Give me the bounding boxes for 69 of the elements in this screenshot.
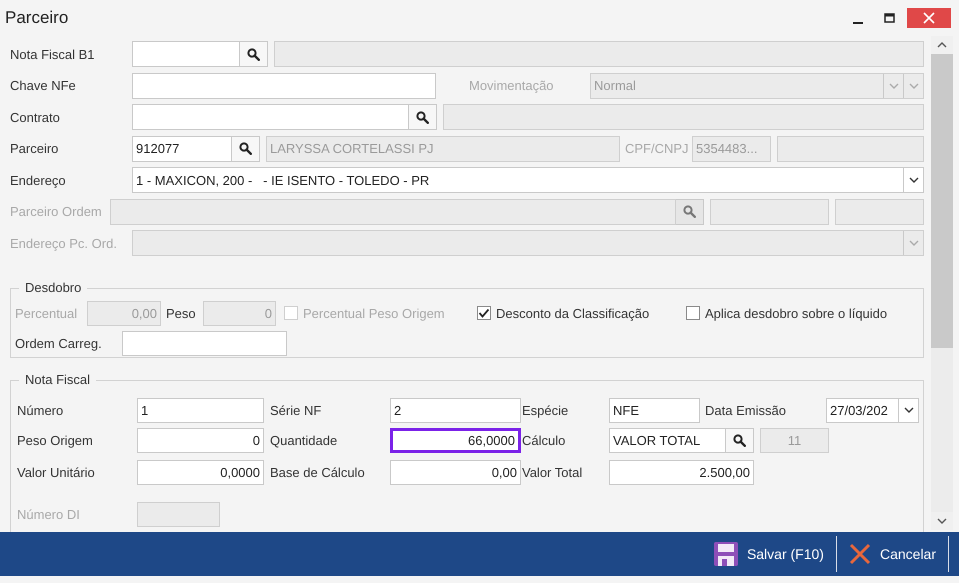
close-icon — [923, 12, 935, 24]
save-button[interactable]: Salvar (F10) — [714, 536, 830, 572]
window-title: Parceiro — [5, 8, 68, 28]
caret-icon — [908, 177, 918, 184]
text-field[interactable]: 0 — [137, 428, 264, 452]
close-icon — [848, 543, 871, 565]
search-icon — [239, 142, 252, 156]
dropdown[interactable]: 27/03/202 — [826, 398, 919, 422]
caret-down-icon — [937, 518, 947, 524]
field-label: Chave NFe — [10, 78, 77, 94]
search-icon — [683, 205, 696, 218]
field-label: Parceiro — [10, 141, 60, 156]
maximize-icon — [884, 13, 894, 23]
field-label: Número — [17, 402, 64, 418]
minimize-icon — [853, 22, 863, 24]
field-label: Nota Fiscal B1 — [10, 46, 96, 62]
checkmark-icon — [478, 308, 490, 318]
field-label: Endereço Pc. Ord. — [10, 236, 118, 251]
field-label: Espécie — [522, 402, 570, 418]
close-button[interactable] — [907, 8, 951, 28]
search-button[interactable] — [409, 104, 437, 130]
search-icon — [416, 110, 429, 124]
text-field[interactable]: 912077 — [132, 136, 232, 162]
text-field[interactable] — [132, 41, 240, 68]
text-field[interactable]: 1 — [137, 398, 264, 422]
search-icon — [247, 48, 260, 61]
text-field[interactable]: VALOR TOTAL — [609, 428, 726, 452]
scroll-up-button[interactable] — [931, 36, 953, 54]
caret-icon — [904, 407, 914, 413]
field-label: Contrato — [10, 110, 61, 125]
group-title: Nota Fiscal — [24, 372, 92, 388]
field-label: Valor Total — [522, 464, 584, 480]
field-label: CPF/CNPJ — [625, 141, 687, 156]
text-field[interactable] — [122, 330, 287, 356]
search-button[interactable] — [232, 136, 260, 162]
field-label: Percentual — [15, 306, 78, 320]
field-label: Movimentação — [469, 78, 555, 94]
text-field[interactable]: 2.500,00 — [609, 460, 754, 484]
checkbox[interactable]: Desconto da Classificação — [477, 306, 677, 320]
text-field[interactable] — [132, 104, 409, 130]
field-label: Base de Cálculo — [270, 464, 366, 480]
field-label: Quantidade — [270, 432, 338, 448]
text-field[interactable]: NFE — [609, 398, 700, 422]
text-field[interactable]: 0,0000 — [137, 460, 264, 484]
caret-icon — [908, 240, 918, 246]
caret-up-icon — [937, 42, 947, 48]
field-label: Cálculo — [522, 432, 566, 448]
field-label: Endereço — [10, 172, 67, 188]
field-label: Ordem Carreg. — [15, 336, 103, 350]
dropdown[interactable]: 1 - MAXICON, 200 - - IE ISENTO - TOLEDO - PR — [132, 167, 924, 194]
field-label: Número DI — [17, 506, 81, 522]
group-title: Desdobro — [24, 280, 82, 296]
field-label: Parceiro Ordem — [10, 204, 103, 220]
field-label: Peso — [166, 306, 197, 320]
text-field[interactable]: 2 — [390, 398, 521, 422]
field-label: Peso Origem — [17, 432, 94, 448]
scrollbar-thumb[interactable] — [931, 54, 953, 348]
search-button[interactable] — [726, 428, 754, 452]
search-icon — [733, 434, 746, 446]
search-button[interactable] — [240, 41, 268, 68]
text-field[interactable]: 66,0000 — [390, 428, 521, 452]
text-field[interactable] — [132, 72, 436, 99]
cancel-button[interactable]: Cancelar — [848, 536, 942, 572]
scroll-down-button[interactable] — [931, 512, 953, 530]
field-label: Valor Unitário — [17, 464, 96, 480]
field-label: Data Emissão — [705, 402, 787, 418]
field-label: Série NF — [270, 402, 322, 418]
text-field[interactable]: 0,00 — [390, 460, 521, 484]
checkbox[interactable]: Aplica desdobro sobre o líquido — [686, 306, 911, 320]
